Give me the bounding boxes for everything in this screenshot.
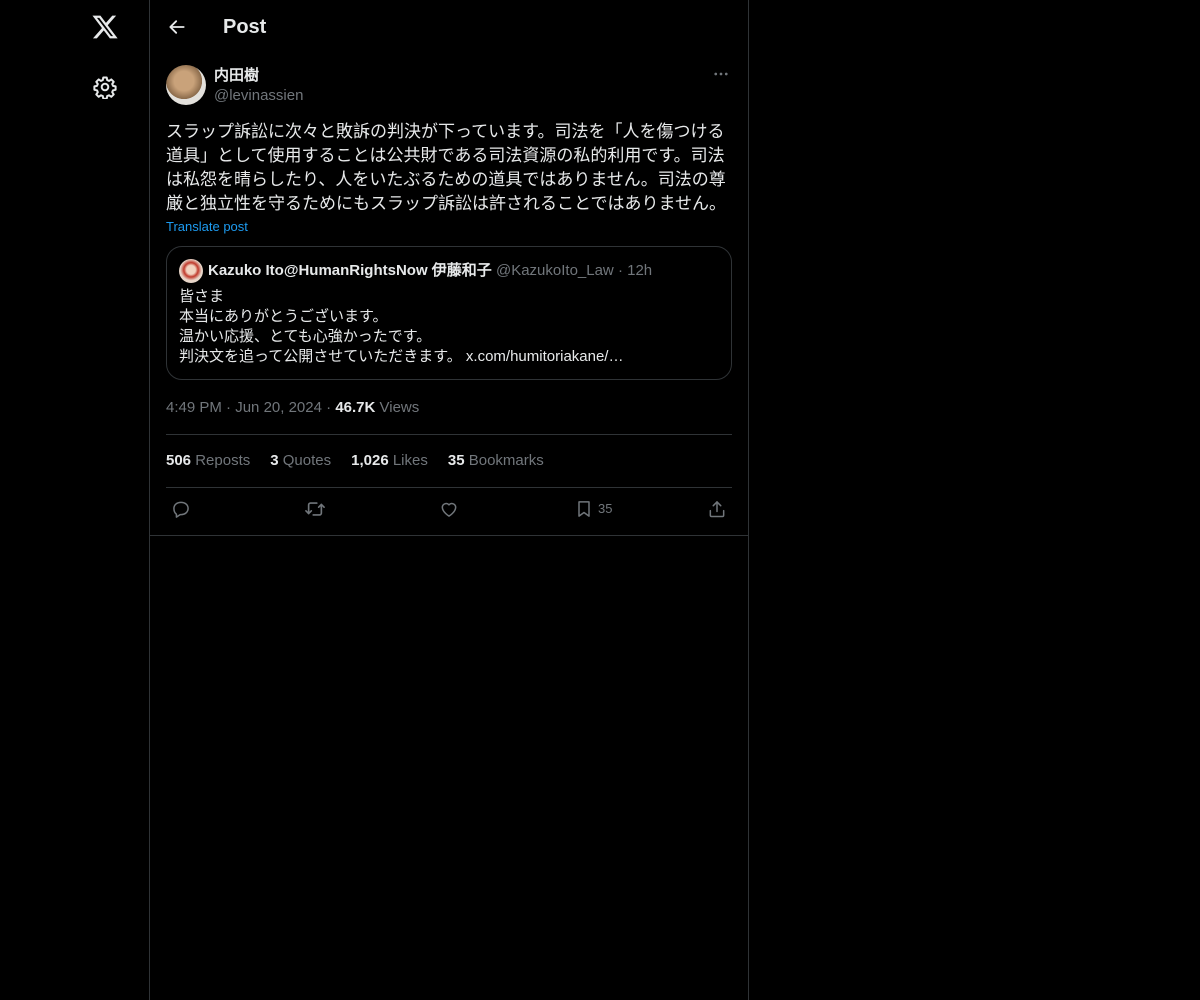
- author-avatar[interactable]: [166, 65, 206, 105]
- post-meta: 4:49 PM · Jun 20, 2024 · 46.7K Views: [166, 398, 732, 418]
- translate-post-link[interactable]: Translate post: [166, 218, 248, 236]
- reposts-count: 506: [166, 452, 192, 469]
- quote-line: 本当にありがとうございます。: [179, 308, 388, 325]
- meta-separator: ·: [326, 399, 332, 416]
- quote-author-handle: @KazukoIto_Law: [495, 262, 614, 279]
- bookmarks-stat[interactable]: 35 Bookmarks: [448, 451, 544, 471]
- back-button[interactable]: [159, 9, 195, 45]
- gear-icon: [93, 76, 117, 99]
- quote-line: 皆さま: [179, 288, 225, 305]
- heart-icon: [441, 502, 457, 517]
- post-text: スラップ訴訟に次々と敗訴の判決が下っています。司法を「人を傷つける道具」として使…: [166, 122, 726, 213]
- share-icon: [709, 501, 725, 518]
- reposts-label: Reposts: [195, 452, 251, 469]
- quote-line: 温かい応援、とても心強かったです。: [179, 328, 432, 345]
- page: Post 内田樹 @levinassien スラップ訴訟に次々と敗訴の判決が下っ…: [0, 0, 1200, 1000]
- main-column: Post 内田樹 @levinassien スラップ訴訟に次々と敗訴の判決が下っ…: [149, 0, 749, 1000]
- post-actions: 35: [166, 488, 732, 535]
- meta-separator: ·: [226, 399, 232, 416]
- post: 内田樹 @levinassien スラップ訴訟に次々と敗訴の判決が下っています。…: [166, 63, 732, 535]
- post-date[interactable]: Jun 20, 2024: [235, 399, 322, 416]
- author-row: 内田樹 @levinassien: [166, 63, 732, 107]
- left-navigation: [0, 0, 150, 1000]
- quote-separator: ·: [617, 262, 623, 279]
- quotes-stat[interactable]: 3 Quotes: [270, 451, 331, 471]
- x-logo-icon: [92, 15, 118, 39]
- page-title: Post: [223, 16, 267, 38]
- bookmark-count: 35: [598, 501, 613, 516]
- x-logo-button[interactable]: [81, 3, 129, 51]
- quote-author-avatar: [179, 259, 203, 283]
- author-name[interactable]: 内田樹: [214, 66, 259, 86]
- like-button[interactable]: [439, 499, 459, 519]
- bookmarks-label: Bookmarks: [468, 452, 544, 469]
- likes-stat[interactable]: 1,026 Likes: [351, 451, 428, 471]
- quotes-count: 3: [270, 452, 279, 469]
- bookmarks-count: 35: [447, 452, 465, 469]
- quote-timestamp: 12h: [627, 262, 653, 279]
- share-button[interactable]: [707, 499, 727, 519]
- quote-text: 皆さま 本当にありがとうございます。 温かい応援、とても心強かったです。 判決文…: [179, 287, 719, 367]
- repost-button[interactable]: [304, 499, 326, 519]
- more-horizontal-icon: [714, 72, 728, 76]
- quotes-label: Quotes: [282, 452, 332, 469]
- quote-author-name: Kazuko Ito@HumanRightsNow 伊藤和子: [208, 262, 492, 279]
- post-stats: 506 Reposts 3 Quotes 1,026 Likes 35 Book…: [166, 435, 732, 487]
- arrow-left-icon: [169, 20, 185, 34]
- post-bottom-border: [150, 535, 748, 536]
- settings-button[interactable]: [81, 63, 129, 111]
- likes-label: Likes: [392, 452, 428, 469]
- more-options-button[interactable]: [710, 63, 732, 85]
- reply-button[interactable]: [171, 499, 191, 519]
- likes-count: 1,026: [351, 452, 389, 469]
- author-handle[interactable]: @levinassien: [214, 86, 303, 106]
- views-label: Views: [379, 399, 420, 416]
- repost-icon: [305, 502, 325, 516]
- bookmark-button[interactable]: 35: [574, 499, 612, 519]
- bookmark-icon: [578, 501, 590, 517]
- reposts-stat[interactable]: 506 Reposts: [166, 451, 250, 471]
- post-header: Post: [150, 0, 748, 53]
- post-time[interactable]: 4:49 PM: [166, 399, 222, 416]
- quote-line: 判決文を追って公開させていただきます。 x.com/humitoriakane/…: [179, 348, 624, 365]
- quote-header: Kazuko Ito@HumanRightsNow 伊藤和子 @KazukoIt…: [208, 261, 652, 281]
- reply-icon: [173, 501, 189, 518]
- quoted-post[interactable]: Kazuko Ito@HumanRightsNow 伊藤和子 @KazukoIt…: [166, 246, 732, 380]
- views-count: 46.7K: [335, 399, 376, 416]
